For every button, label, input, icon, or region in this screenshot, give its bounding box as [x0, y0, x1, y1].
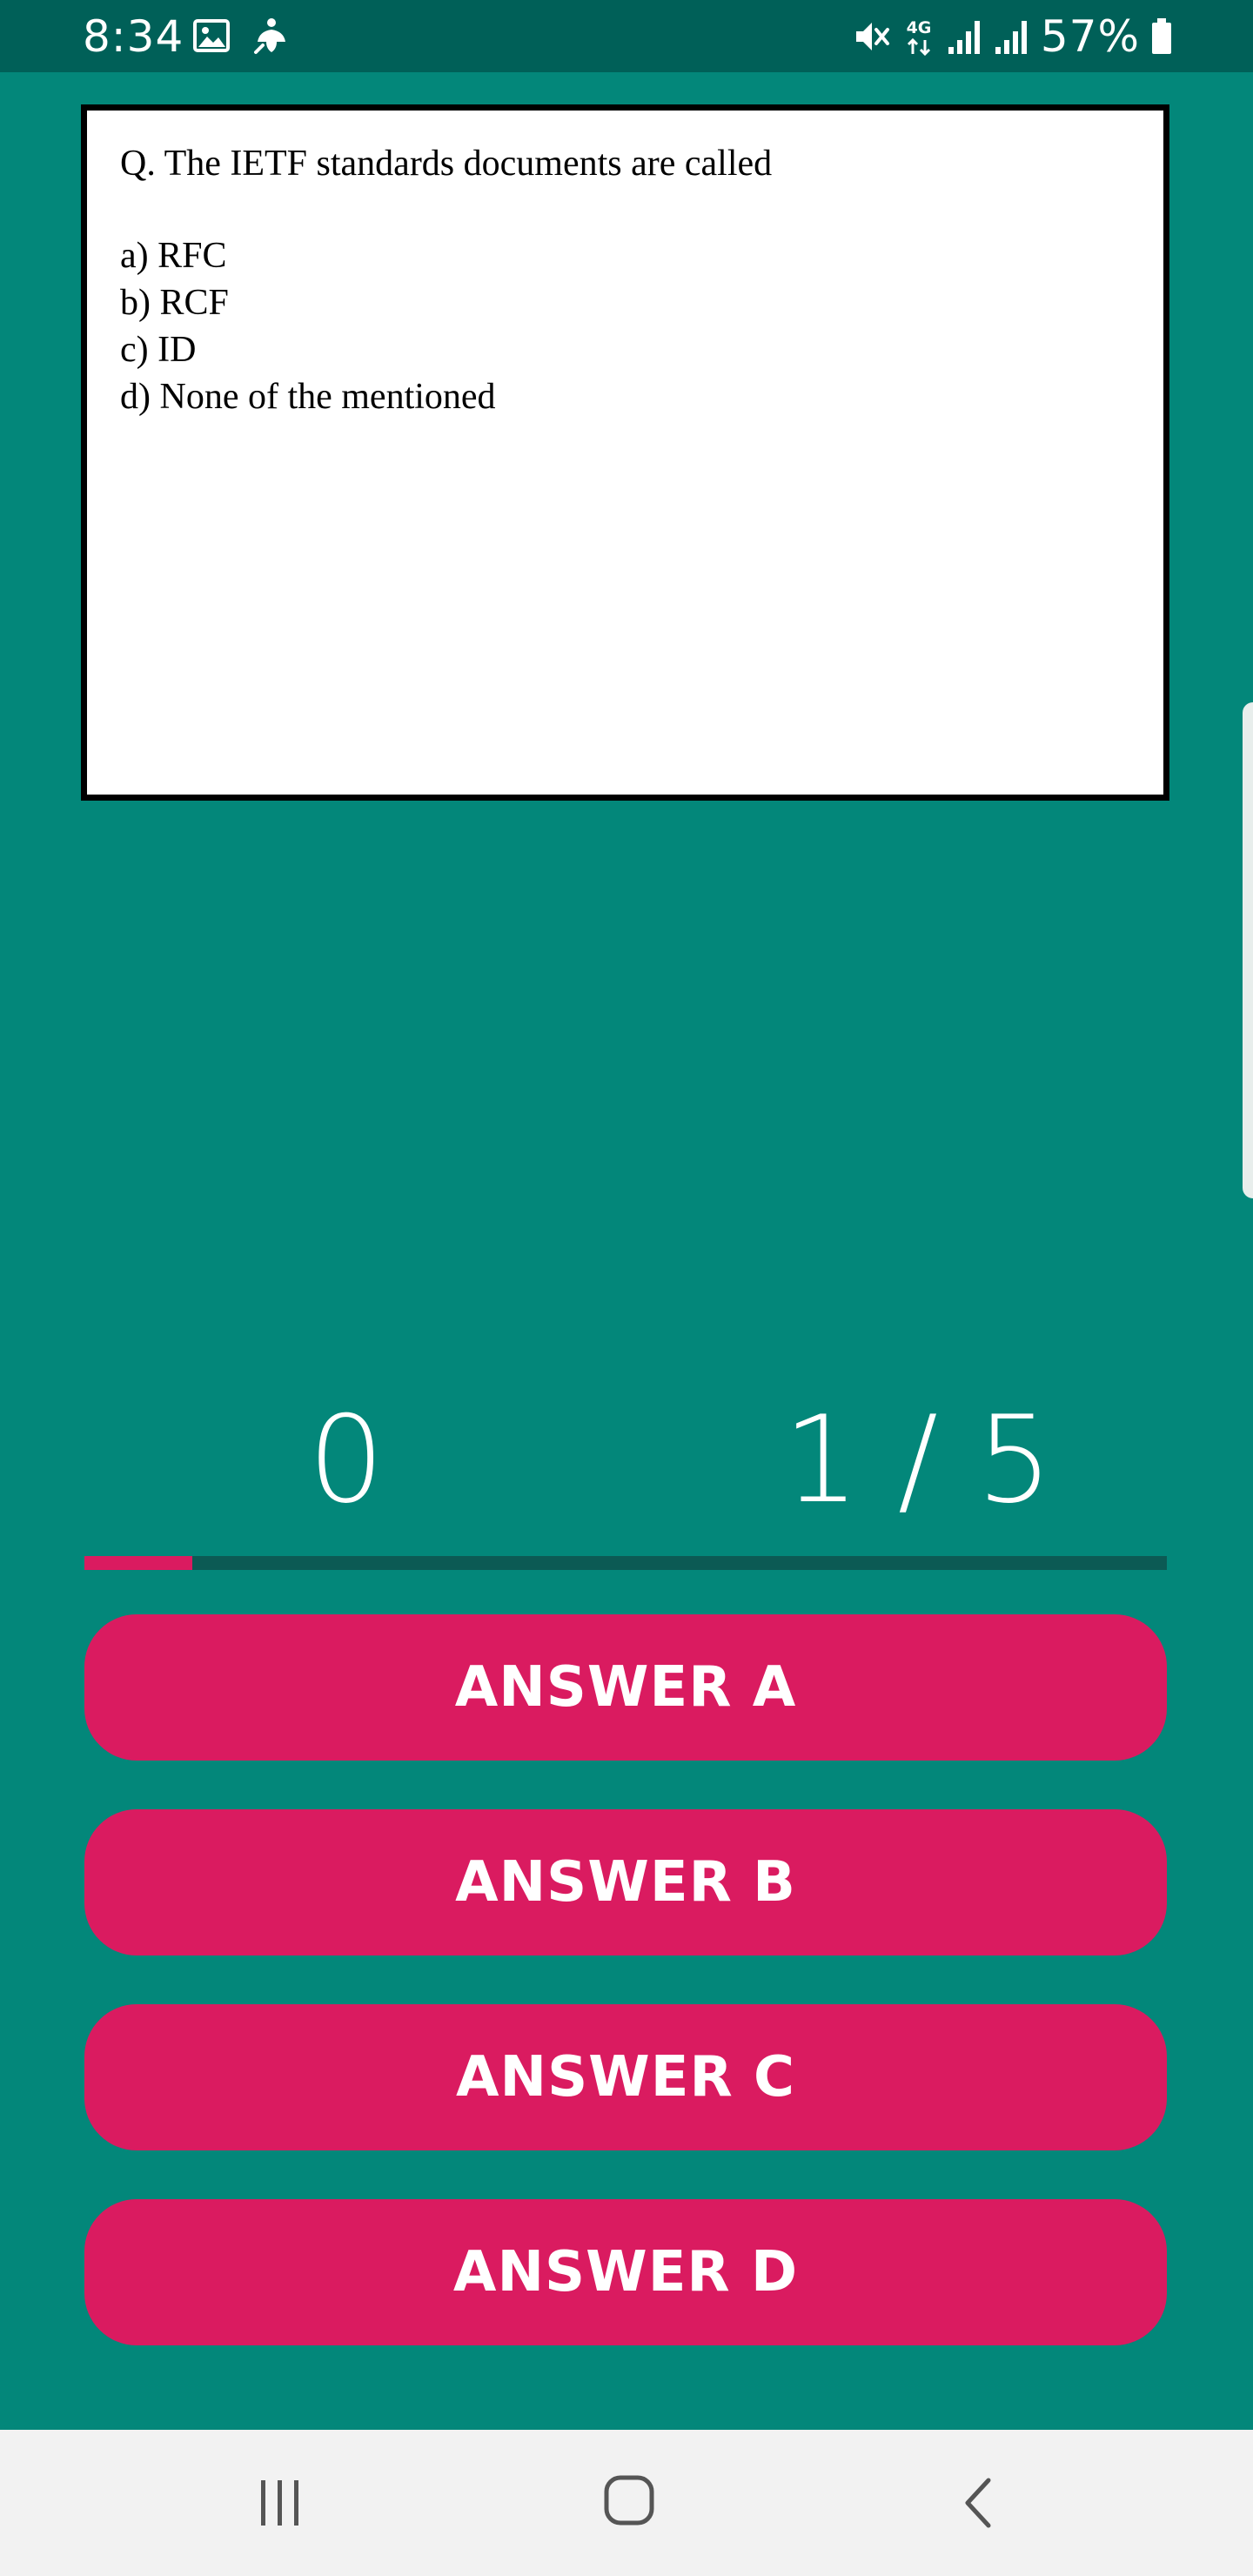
navigation-bar — [0, 2430, 1253, 2576]
score-counter: 0 — [308, 1390, 385, 1530]
gallery-icon — [193, 19, 230, 52]
back-icon[interactable] — [961, 2475, 995, 2531]
notification-icon — [254, 18, 285, 54]
option-b-text: b) RCF — [120, 283, 229, 323]
option-d-text: d) None of the mentioned — [120, 377, 496, 417]
home-icon[interactable] — [602, 2473, 656, 2527]
battery-icon — [1152, 17, 1171, 54]
signal-icon — [995, 20, 1027, 54]
network-type-label: 4G — [906, 18, 931, 37]
answer-c-button[interactable]: ANSWER C — [84, 2004, 1167, 2150]
scroll-handle[interactable] — [1243, 702, 1253, 1198]
4g-icon: 4G — [906, 18, 931, 56]
status-right-group: 4G 57% — [853, 0, 1173, 72]
progress-bar-fill — [84, 1556, 193, 1570]
answer-d-button[interactable]: ANSWER D — [84, 2199, 1167, 2345]
status-time: 8:34 — [83, 11, 184, 62]
signal-icon — [948, 20, 980, 54]
option-a-text: a) RFC — [120, 236, 227, 276]
recent-apps-icon[interactable] — [256, 2477, 305, 2529]
question-progress-counter: 1 / 5 — [783, 1390, 1053, 1530]
mute-icon — [855, 22, 889, 50]
answer-a-button[interactable]: ANSWER A — [84, 1614, 1167, 1761]
progress-bar — [84, 1556, 1167, 1570]
option-c-text: c) ID — [120, 330, 197, 370]
answer-b-button[interactable]: ANSWER B — [84, 1809, 1167, 1955]
status-bar: 8:34 4G 57% — [0, 0, 1253, 72]
question-text: Q. The IETF standards documents are call… — [120, 144, 773, 184]
question-card: Q. The IETF standards documents are call… — [81, 104, 1169, 801]
battery-percentage: 57% — [1040, 10, 1140, 62]
question-options: a) RFC b) RCF c) ID d) None of the menti… — [120, 232, 496, 420]
